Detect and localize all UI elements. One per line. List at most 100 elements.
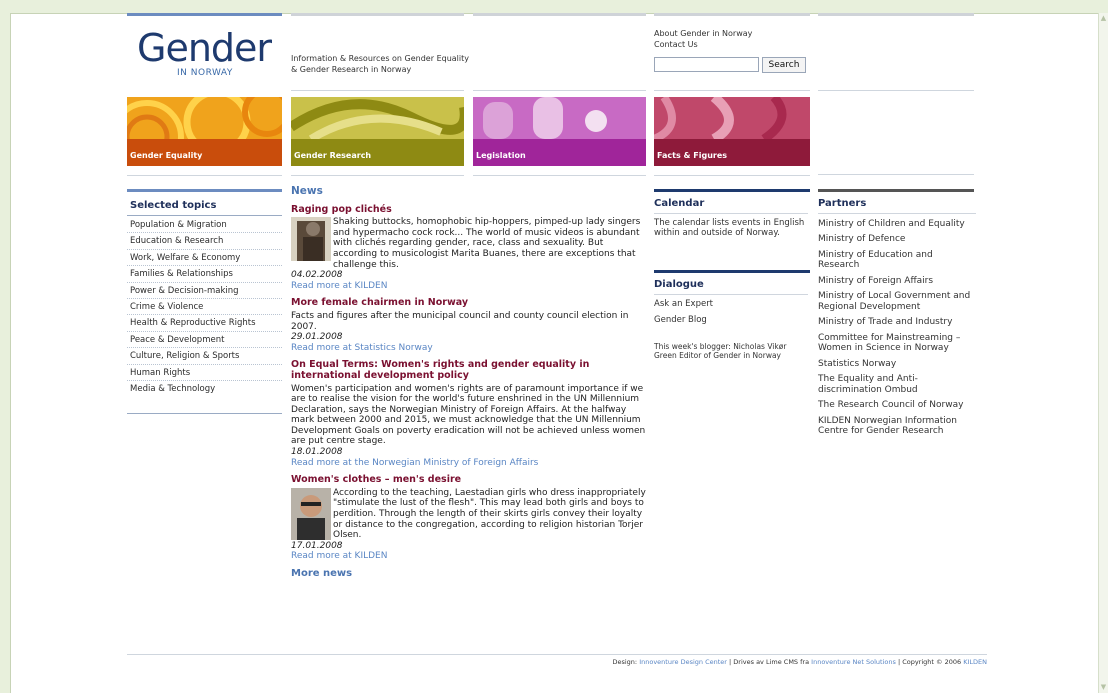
dialogue-accent-bar bbox=[654, 270, 810, 273]
topics-list: Population & Migration Education & Resea… bbox=[127, 217, 282, 397]
sidebar-item-human-rights[interactable]: Human Rights bbox=[127, 365, 282, 381]
divider bbox=[127, 413, 282, 414]
divider bbox=[127, 175, 282, 176]
article-headline[interactable]: More female chairmen in Norway bbox=[291, 298, 646, 309]
news-article: Women's clothes – men's desire According… bbox=[291, 475, 646, 562]
article-read-more-link[interactable]: Read more at Statistics Norway bbox=[291, 343, 646, 354]
footer-drives-text: | Drives av Lime CMS fra bbox=[729, 658, 810, 666]
article-read-more-link[interactable]: Read more at KILDEN bbox=[291, 281, 646, 292]
top-accent-bar bbox=[291, 13, 464, 16]
sidebar-item-education[interactable]: Education & Research bbox=[127, 233, 282, 250]
news-article: On Equal Terms: Women's rights and gende… bbox=[291, 359, 646, 469]
divider bbox=[291, 175, 464, 176]
article-date: 18.01.2008 bbox=[291, 447, 343, 458]
tile-gender-equality[interactable]: Gender Equality bbox=[127, 97, 282, 166]
article-body: Women's participation and women's rights… bbox=[291, 383, 646, 447]
partner-link[interactable]: Ministry of Education and Research bbox=[818, 250, 976, 271]
divider bbox=[654, 175, 810, 176]
article-headline[interactable]: On Equal Terms: Women's rights and gende… bbox=[291, 359, 646, 381]
tile-legislation[interactable]: Legislation bbox=[473, 97, 646, 166]
page-footer: Design: Innoventure Design Center | Driv… bbox=[127, 654, 987, 666]
article-date: 04.02.2008 bbox=[291, 270, 343, 281]
gender-blog-link[interactable]: Gender Blog bbox=[654, 315, 808, 325]
tile-facts-figures[interactable]: Facts & Figures bbox=[654, 97, 810, 166]
scroll-up-icon[interactable]: ▲ bbox=[1100, 15, 1107, 22]
partner-link[interactable]: Statistics Norway bbox=[818, 359, 976, 370]
top-links: About Gender in Norway Contact Us bbox=[654, 28, 752, 50]
vertical-scrollbar[interactable]: ▲ ▼ bbox=[1098, 13, 1108, 693]
article-headline[interactable]: Women's clothes – men's desire bbox=[291, 475, 646, 486]
news-article: More female chairmen in Norway Facts and… bbox=[291, 298, 646, 353]
more-news-link[interactable]: More news bbox=[291, 568, 646, 580]
footer-cms-link[interactable]: Innoventure Net Solutions bbox=[811, 658, 896, 666]
sidebar-item-power[interactable]: Power & Decision-making bbox=[127, 283, 282, 299]
partner-link[interactable]: The Equality and Anti-discrimination Omb… bbox=[818, 374, 976, 395]
logo-subtitle: IN NORWAY bbox=[177, 68, 233, 78]
sidebar-item-work[interactable]: Work, Welfare & Economy bbox=[127, 250, 282, 267]
sidebar-item-families[interactable]: Families & Relationships bbox=[127, 266, 282, 283]
divider bbox=[818, 174, 974, 175]
partner-link[interactable]: Ministry of Foreign Affairs bbox=[818, 276, 976, 287]
footer-copyright: | Copyright © 2006 bbox=[897, 658, 962, 666]
calendar-section: Calendar The calendar lists events in En… bbox=[654, 199, 808, 238]
footer-design-label: Design: bbox=[612, 658, 638, 666]
ask-expert-link[interactable]: Ask an Expert bbox=[654, 299, 808, 309]
partner-link[interactable]: The Research Council of Norway bbox=[818, 400, 976, 411]
news-title: News bbox=[291, 185, 323, 197]
article-read-more-link[interactable]: Read more at the Norwegian Ministry of F… bbox=[291, 458, 646, 469]
partner-link[interactable]: KILDEN Norwegian Information Centre for … bbox=[818, 416, 976, 437]
sidebar-item-health[interactable]: Health & Reproductive Rights bbox=[127, 315, 282, 332]
top-accent-bar bbox=[818, 13, 974, 16]
tile-gender-research[interactable]: Gender Research bbox=[291, 97, 464, 166]
article-date: 29.01.2008 bbox=[291, 332, 343, 343]
article-read-more-link[interactable]: Read more at KILDEN bbox=[291, 551, 646, 562]
site-logo[interactable]: Gender IN NORWAY bbox=[127, 16, 282, 88]
calendar-text: The calendar lists events in English wit… bbox=[654, 218, 805, 238]
divider bbox=[473, 90, 646, 91]
article-thumbnail[interactable] bbox=[291, 487, 331, 540]
search-input[interactable] bbox=[654, 57, 759, 72]
search-button[interactable]: Search bbox=[762, 57, 806, 73]
divider bbox=[818, 90, 974, 91]
sidebar-item-crime[interactable]: Crime & Violence bbox=[127, 299, 282, 316]
about-link[interactable]: About Gender in Norway bbox=[654, 28, 752, 39]
tile-label: Gender Equality bbox=[130, 151, 203, 160]
contact-link[interactable]: Contact Us bbox=[654, 39, 752, 50]
blogger-info: This week's blogger: Nicholas Vikør Gree… bbox=[654, 342, 787, 360]
partner-link[interactable]: Committee for Mainstreaming – Women in S… bbox=[818, 333, 976, 354]
site-tagline: Information & Resources on Gender Equali… bbox=[291, 54, 469, 74]
partner-link[interactable]: Ministry of Defence bbox=[818, 234, 976, 245]
article-body: Shaking buttocks, homophobic hip-hoppers… bbox=[333, 217, 641, 270]
divider bbox=[654, 90, 810, 91]
sidebar-item-population[interactable]: Population & Migration bbox=[127, 217, 282, 234]
partner-link[interactable]: Ministry of Trade and Industry bbox=[818, 317, 976, 328]
top-accent-bar bbox=[473, 13, 646, 16]
calendar-title[interactable]: Calendar bbox=[654, 199, 808, 214]
partners-accent-bar bbox=[818, 189, 974, 192]
article-headline[interactable]: Raging pop clichés bbox=[291, 204, 646, 216]
logo-wordmark: Gender bbox=[137, 26, 272, 70]
partner-link[interactable]: Ministry of Local Government and Regiona… bbox=[818, 291, 976, 312]
sidebar-accent-bar bbox=[127, 189, 282, 192]
sidebar-item-peace[interactable]: Peace & Development bbox=[127, 332, 282, 349]
sidebar-title: Selected topics bbox=[130, 200, 217, 211]
dialogue-title[interactable]: Dialogue bbox=[654, 280, 808, 295]
top-accent-bar bbox=[654, 13, 810, 16]
dialogue-section: Dialogue Ask an Expert Gender Blog This … bbox=[654, 280, 808, 360]
divider bbox=[127, 215, 282, 216]
sidebar-item-media[interactable]: Media & Technology bbox=[127, 381, 282, 397]
article-thumbnail[interactable] bbox=[291, 217, 331, 262]
divider bbox=[291, 90, 464, 91]
sidebar-item-culture[interactable]: Culture, Religion & Sports bbox=[127, 348, 282, 365]
partners-title: Partners bbox=[818, 198, 976, 214]
footer-design-link[interactable]: Innoventure Design Center bbox=[639, 658, 727, 666]
divider bbox=[473, 175, 646, 176]
partner-link[interactable]: Ministry of Children and Equality bbox=[818, 219, 976, 230]
scroll-down-icon[interactable]: ▼ bbox=[1100, 684, 1107, 691]
news-article: Raging pop clichés Shaking buttocks, hom… bbox=[291, 204, 646, 292]
news-section: News Raging pop clichés Shaking buttocks… bbox=[291, 186, 646, 580]
tile-label: Legislation bbox=[476, 151, 526, 160]
footer-kilden-link[interactable]: KILDEN bbox=[963, 658, 987, 666]
calendar-accent-bar bbox=[654, 189, 810, 192]
tile-label: Gender Research bbox=[294, 151, 372, 160]
